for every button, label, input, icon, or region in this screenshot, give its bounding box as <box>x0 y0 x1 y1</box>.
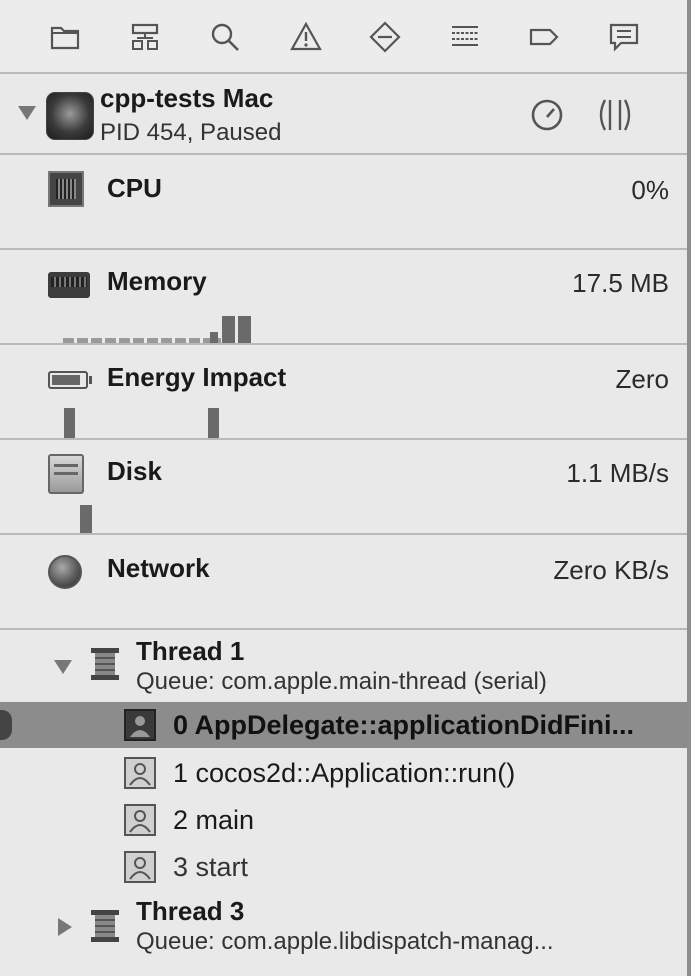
disk-gauge-row[interactable]: Disk 1.1 MB/s <box>0 440 687 534</box>
memory-label: Memory <box>107 266 207 296</box>
memory-icon <box>48 272 90 298</box>
process-status: PID 454, Paused <box>100 119 282 146</box>
search-icon[interactable] <box>206 18 244 56</box>
cpu-value: 0% <box>631 175 669 205</box>
user-frame-icon <box>124 757 156 789</box>
folder-icon[interactable] <box>46 18 84 56</box>
cpu-label: CPU <box>107 173 162 203</box>
thread-name: Thread 3 <box>136 896 245 926</box>
comment-icon[interactable] <box>605 18 643 56</box>
disclosure-triangle-icon[interactable] <box>18 106 36 120</box>
current-frame-pointer-icon <box>0 710 12 740</box>
stack-frame-row[interactable]: 3 start <box>0 844 687 890</box>
cpu-gauge-row[interactable]: CPU 0% <box>0 155 687 249</box>
user-frame-icon <box>124 804 156 836</box>
list-icon[interactable] <box>446 18 484 56</box>
network-gauge-row[interactable]: Network Zero KB/s <box>0 535 687 629</box>
thread-name: Thread 1 <box>136 636 245 666</box>
memory-history-bar <box>222 316 235 343</box>
warning-icon[interactable] <box>287 18 325 56</box>
navigator-toolbar <box>0 0 691 74</box>
tag-icon[interactable] <box>525 18 563 56</box>
disk-label: Disk <box>107 456 162 486</box>
disclosure-triangle-icon[interactable] <box>58 918 72 936</box>
diamond-icon[interactable] <box>366 18 404 56</box>
gauge-icon[interactable] <box>530 98 564 132</box>
thread-row[interactable]: Thread 1 Queue: com.apple.main-thread (s… <box>0 632 687 702</box>
stack-frame-row[interactable]: 1 cocos2d::Application::run() <box>0 750 687 796</box>
stack-frame-row[interactable]: 0 AppDelegate::applicationDidFini... <box>0 702 687 748</box>
memory-value: 17.5 MB <box>572 268 669 298</box>
memory-history-bar <box>210 332 218 343</box>
energy-history-bar <box>64 408 75 438</box>
split-threads-icon[interactable] <box>595 96 635 134</box>
process-name: cpp-tests Mac <box>100 83 274 113</box>
process-row[interactable]: cpp-tests Mac PID 454, Paused <box>0 74 687 154</box>
disk-icon <box>48 454 84 494</box>
user-frame-icon <box>124 851 156 883</box>
energy-value: Zero <box>615 364 669 394</box>
memory-gauge-row[interactable]: Memory 17.5 MB <box>0 250 687 344</box>
disk-value: 1.1 MB/s <box>566 458 669 488</box>
user-frame-icon <box>124 709 156 741</box>
stack-frame-label: 0 AppDelegate::applicationDidFini... <box>173 710 635 740</box>
battery-icon <box>48 371 92 389</box>
energy-history-bar <box>208 408 219 438</box>
hierarchy-icon[interactable] <box>126 18 164 56</box>
network-globe-icon <box>48 555 82 589</box>
thread-queue: Queue: com.apple.main-thread (serial) <box>136 668 547 695</box>
energy-label: Energy Impact <box>107 362 287 392</box>
memory-history-bar <box>238 316 251 343</box>
thread-queue: Queue: com.apple.libdispatch-manag... <box>136 928 554 955</box>
thread-spool-icon <box>89 908 121 944</box>
energy-gauge-row[interactable]: Energy Impact Zero <box>0 345 687 439</box>
thread-spool-icon <box>89 646 121 682</box>
window-edge <box>687 0 691 976</box>
stack-frame-row[interactable]: 2 main <box>0 797 687 843</box>
disk-history-bar <box>80 505 92 533</box>
app-icon <box>46 92 94 140</box>
cpu-icon <box>48 171 84 207</box>
disclosure-triangle-icon[interactable] <box>54 660 72 674</box>
stack-frame-label: 1 cocos2d::Application::run() <box>173 758 516 788</box>
thread-row[interactable]: Thread 3 Queue: com.apple.libdispatch-ma… <box>0 892 687 964</box>
network-value: Zero KB/s <box>553 555 669 585</box>
stack-frame-label: 3 start <box>173 852 249 882</box>
network-label: Network <box>107 553 210 583</box>
stack-frame-label: 2 main <box>173 805 255 835</box>
